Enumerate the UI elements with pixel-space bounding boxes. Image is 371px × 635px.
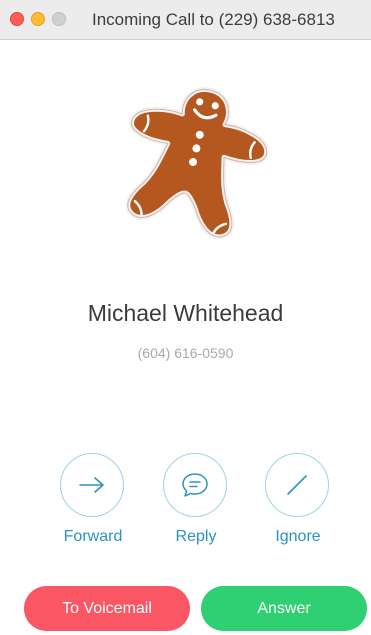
window-title: Incoming Call to (229) 638-6813 — [92, 10, 335, 29]
ignore-circle[interactable] — [265, 453, 329, 517]
forward-button[interactable]: Forward — [43, 453, 143, 553]
slash-icon — [287, 475, 307, 495]
ignore-button[interactable]: Ignore — [248, 453, 348, 553]
zoom-window-button[interactable] — [52, 12, 66, 26]
close-window-button[interactable] — [10, 12, 24, 26]
arrow-right-icon — [79, 477, 104, 493]
forward-circle[interactable] — [60, 453, 124, 517]
caller-phone-number: (604) 616-0590 — [137, 345, 234, 361]
to-voicemail-button[interactable]: To Voicemail — [24, 586, 190, 631]
caller-avatar — [125, 86, 268, 240]
reply-circle[interactable] — [163, 453, 227, 517]
title-bar: Incoming Call to (229) 638-6813 — [0, 0, 371, 40]
minimize-window-button[interactable] — [31, 12, 45, 26]
reply-button[interactable]: Reply — [146, 453, 246, 553]
reply-label: Reply — [175, 528, 217, 545]
answer-button[interactable]: Answer — [201, 586, 367, 631]
speech-bubble-icon — [182, 473, 208, 497]
ignore-label: Ignore — [275, 528, 321, 545]
gingerbread-man-icon — [125, 86, 268, 240]
forward-label: Forward — [63, 528, 123, 545]
caller-name: Michael Whitehead — [87, 300, 284, 326]
incoming-call-window: Incoming Call to (229) 638-6813 Michael … — [0, 0, 371, 635]
